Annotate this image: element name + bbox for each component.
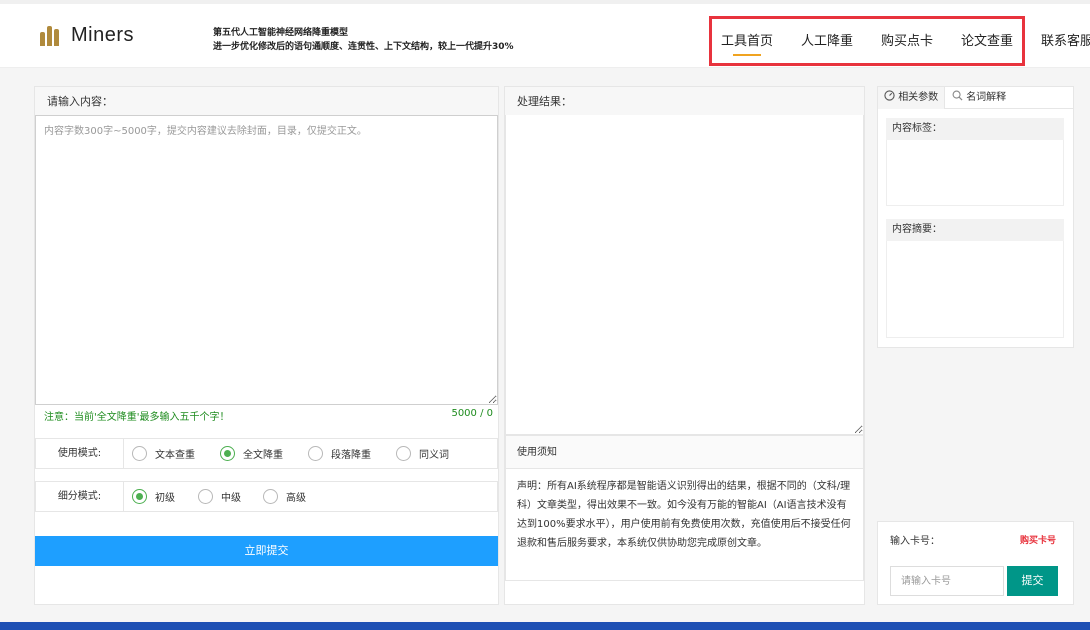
buy-card-link[interactable]: 购买卡号: [1020, 533, 1056, 546]
detail-mode-label: 细分模式:: [36, 482, 124, 511]
result-output[interactable]: [505, 115, 864, 435]
tagline-line-1: 第五代人工智能神经网络降重模型: [213, 28, 349, 38]
radio-text-check[interactable]: 文本查重: [132, 446, 195, 461]
radio-advanced[interactable]: 高级: [263, 489, 306, 504]
tab-params[interactable]: 相关参数: [878, 87, 945, 109]
content-summary-box: [886, 241, 1064, 338]
nav-buy-card[interactable]: 购买点卡: [881, 30, 933, 49]
radio-label: 段落降重: [331, 450, 371, 461]
content-tags-title: 内容标签：: [886, 118, 1064, 140]
radio-label: 初级: [155, 493, 175, 504]
submit-button[interactable]: 立即提交: [35, 536, 498, 566]
usage-notice-text: 声明：所有AI系统程序都是智能语义识别得出的结果，根据不同的（文科/理科）文章类…: [505, 469, 864, 581]
result-panel-title: 处理结果：: [505, 87, 864, 117]
radio-label: 高级: [286, 493, 306, 504]
usage-mode-label: 使用模式:: [36, 439, 124, 468]
logo[interactable]: Miners: [40, 24, 134, 47]
side-tabs: 相关参数 名词解释: [878, 87, 1073, 109]
card-submit-button[interactable]: 提交: [1007, 566, 1058, 596]
tagline-line-2: 进一步优化修改后的语句通顺度、连贯性、上下文结构，较上一代提升30%: [213, 42, 514, 52]
tab-terms-label: 名词解释: [966, 92, 1007, 103]
radio-full-rewrite[interactable]: 全文降重: [220, 446, 283, 461]
tagline: 第五代人工智能神经网络降重模型 进一步优化修改后的语句通顺度、连贯性、上下文结构…: [213, 26, 514, 54]
radio-intermediate[interactable]: 中级: [198, 489, 241, 504]
detail-mode-row: 细分模式: 初级 中级 高级: [35, 481, 498, 512]
logo-text: Miners: [71, 24, 135, 46]
radio-label: 中级: [221, 493, 241, 504]
usage-notice-title: 使用须知: [505, 435, 864, 469]
radio-label: 全文降重: [243, 450, 283, 461]
radio-circle: [220, 446, 235, 461]
tab-terms[interactable]: 名词解释: [946, 87, 1026, 109]
radio-circle: [132, 446, 147, 461]
content-summary-title: 内容摘要：: [886, 219, 1064, 241]
radio-circle: [396, 446, 411, 461]
radio-paragraph-rewrite[interactable]: 段落降重: [308, 446, 371, 461]
gauge-icon: [884, 90, 895, 101]
radio-basic[interactable]: 初级: [132, 489, 175, 504]
nav-manual-rewrite[interactable]: 人工降重: [801, 30, 853, 49]
search-icon: [952, 90, 963, 101]
char-counter: 5000 / 0: [451, 408, 493, 419]
nav-contact-service[interactable]: 联系客服: [1041, 30, 1090, 49]
nav-tool-home[interactable]: 工具首页: [721, 30, 773, 56]
radio-label: 同义词: [419, 450, 449, 461]
radio-circle: [132, 489, 147, 504]
nav-plagiarism-check[interactable]: 论文查重: [961, 30, 1013, 49]
input-panel-title: 请输入内容：: [35, 87, 498, 117]
card-label: 输入卡号：: [890, 536, 940, 547]
radio-circle: [263, 489, 278, 504]
tab-params-label: 相关参数: [898, 92, 939, 103]
radio-label: 文本查重: [155, 450, 195, 461]
logo-icon: [40, 25, 59, 46]
radio-synonym[interactable]: 同义词: [396, 446, 449, 461]
usage-mode-row: 使用模式: 文本查重 全文降重 段落降重 同义词: [35, 438, 498, 469]
footer-bar: [0, 622, 1090, 630]
content-input[interactable]: [35, 115, 498, 405]
radio-circle: [308, 446, 323, 461]
content-tags-box: [886, 140, 1064, 206]
card-number-input[interactable]: [890, 566, 1004, 596]
radio-circle: [198, 489, 213, 504]
input-notice: 注意：当前'全文降重'最多输入五千个字！: [44, 412, 230, 423]
